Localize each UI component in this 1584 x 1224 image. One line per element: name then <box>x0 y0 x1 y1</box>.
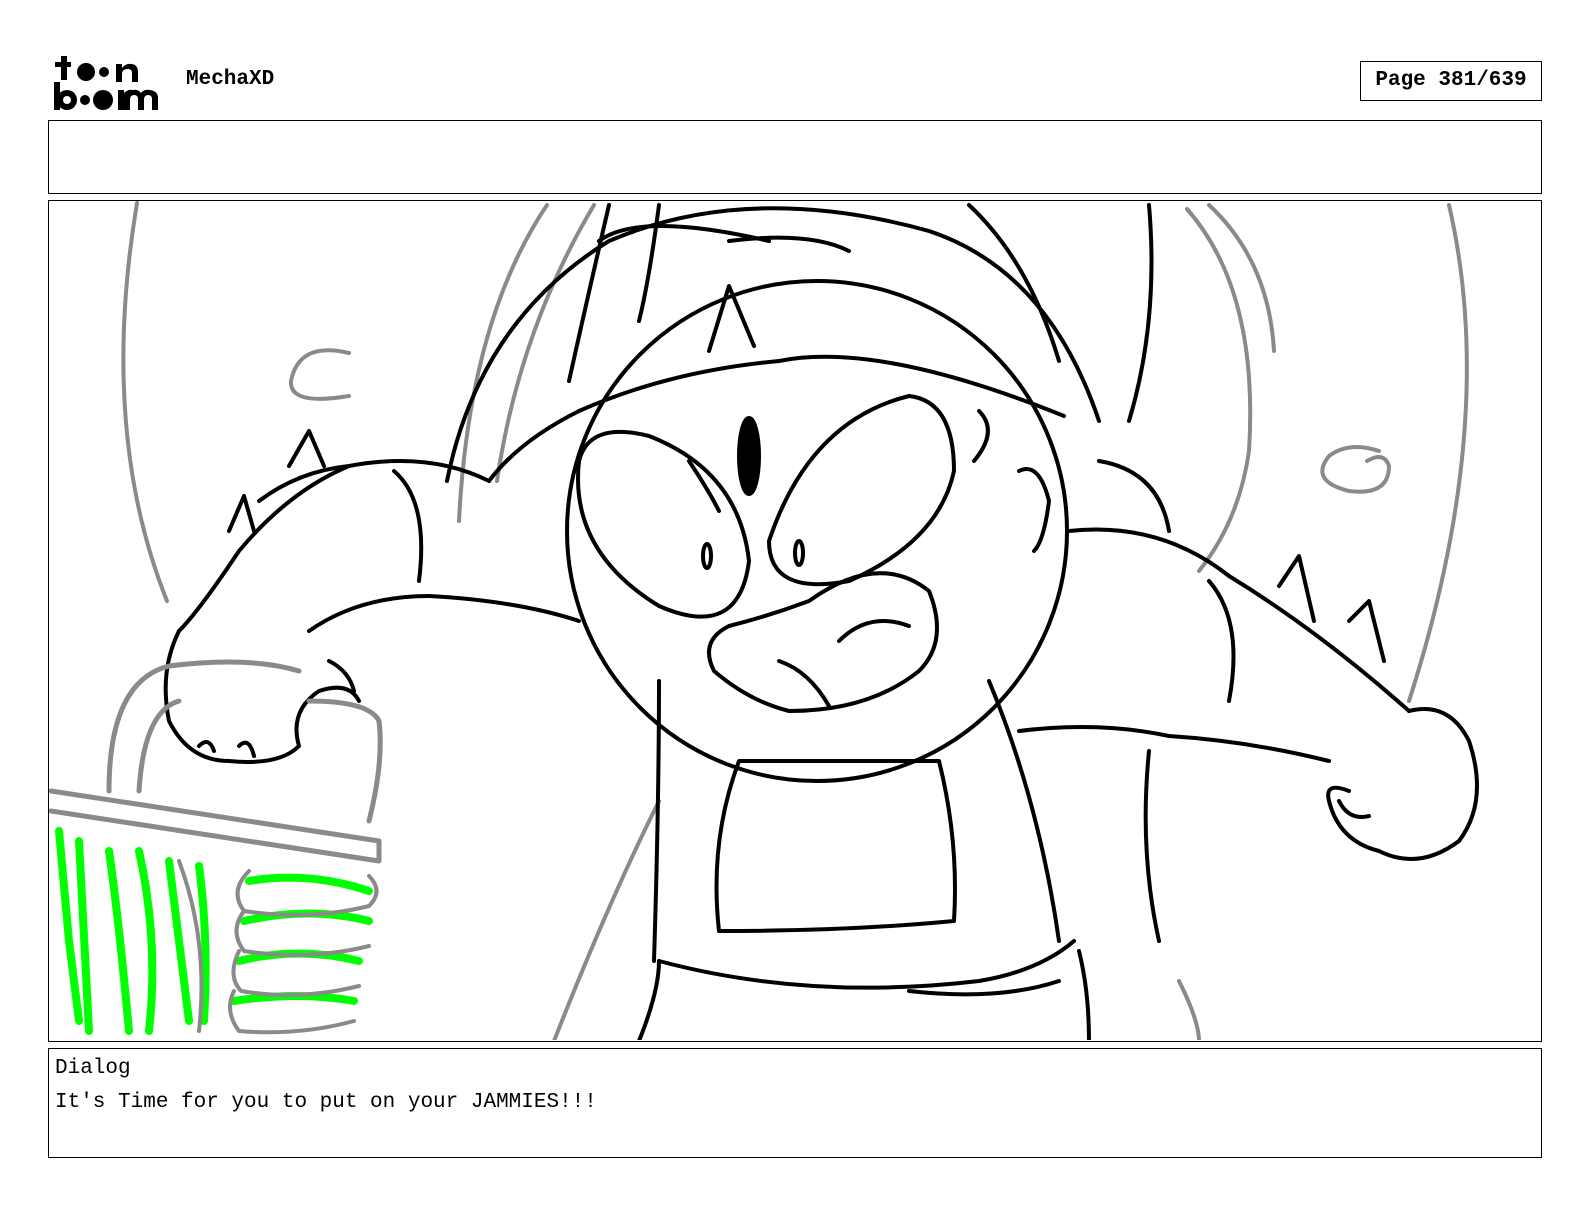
dialog-box: Dialog It's Time for you to put on your … <box>48 1048 1542 1158</box>
page-counter: Page 381/639 <box>1360 61 1542 101</box>
dialog-text: It's Time for you to put on your JAMMIES… <box>55 1091 597 1114</box>
dialog-label: Dialog <box>55 1057 131 1080</box>
storyboard-panel <box>48 200 1542 1042</box>
notes-box <box>48 120 1542 194</box>
toonboom-logo <box>52 52 164 114</box>
storyboard-sketch-image <box>49 201 1479 1040</box>
project-title: MechaXD <box>186 68 275 91</box>
